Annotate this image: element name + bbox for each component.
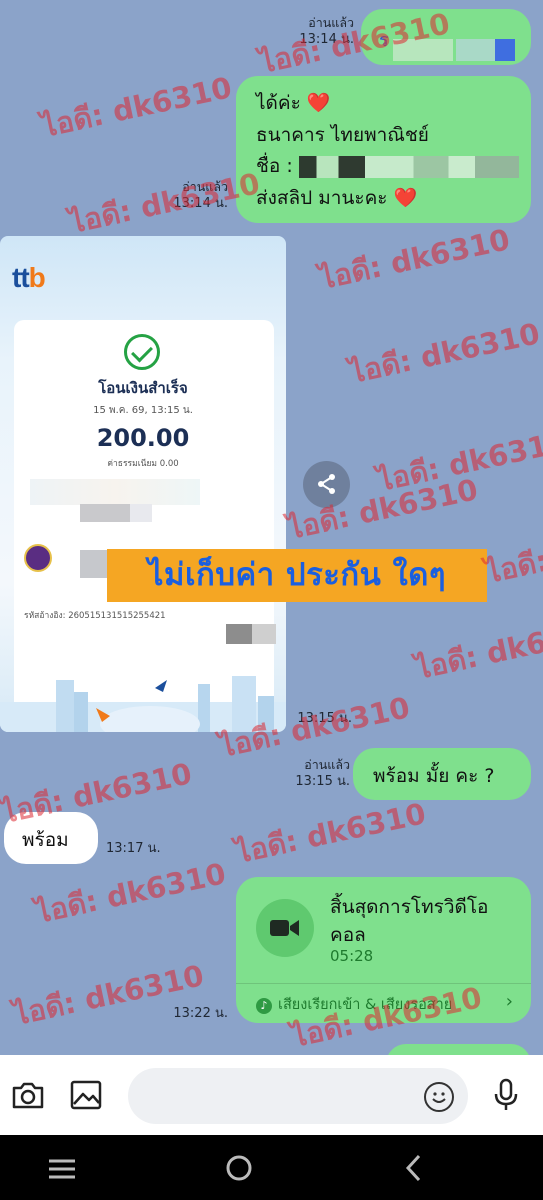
redacted-block bbox=[130, 504, 152, 522]
redacted-block bbox=[495, 39, 515, 61]
music-note-icon: ♪ bbox=[256, 998, 272, 1014]
message-time: 13:15 น. bbox=[295, 774, 350, 789]
read-receipt: อ่านแล้ว bbox=[304, 757, 350, 772]
bank-logo-icon bbox=[24, 544, 52, 572]
share-icon bbox=[317, 474, 335, 494]
watermark: ไอดี: dk6310 bbox=[482, 516, 543, 590]
video-call-ended-card[interactable]: สิ้นสุดการโทรวิดีโอคอล 05:28 ♪ เสียงเรียก… bbox=[236, 877, 531, 1023]
outgoing-message[interactable]: ร bbox=[361, 9, 531, 65]
outgoing-message[interactable]: ได้ค่ะ ❤️ ธนาคาร ไทยพาณิชย์ ชื่อ : ส่งสล… bbox=[236, 76, 531, 223]
message-time: 13:15 น. bbox=[297, 711, 352, 726]
recent-apps-icon[interactable] bbox=[47, 1157, 77, 1181]
message-input[interactable] bbox=[128, 1068, 468, 1124]
redacted-block bbox=[80, 550, 110, 578]
read-receipt: อ่านแล้ว bbox=[308, 15, 354, 30]
call-title: สิ้นสุดการโทรวิดีโอคอล bbox=[330, 896, 489, 946]
redacted-block bbox=[298, 155, 519, 178]
message-time: 13:17 น. bbox=[106, 841, 161, 856]
camera-icon bbox=[12, 1082, 44, 1109]
watermark: ไอดี: dk6310 bbox=[316, 222, 513, 296]
bank-logo: ttb bbox=[12, 262, 46, 293]
message-line: ส่งสลิป มานะคะ ❤️ bbox=[256, 186, 418, 209]
message-text: ร bbox=[379, 30, 389, 51]
video-call-button[interactable] bbox=[256, 899, 314, 957]
city-skyline-illustration bbox=[0, 676, 286, 732]
watermark: ไอดี: dk6310 bbox=[232, 796, 429, 870]
redacted-block bbox=[80, 504, 130, 522]
watermark: ไอดี: dk6310 bbox=[10, 958, 207, 1032]
message-time: 13:14 น. bbox=[299, 32, 354, 47]
message-composer bbox=[0, 1055, 543, 1135]
message-meta: อ่านแล้ว 13:15 น. bbox=[282, 756, 350, 790]
redacted-block bbox=[30, 479, 200, 505]
message-text: พร้อม bbox=[22, 829, 69, 851]
watermark: ไอดี: dk6310 bbox=[38, 70, 235, 144]
back-icon[interactable] bbox=[403, 1153, 423, 1183]
redacted-block bbox=[252, 624, 276, 644]
message-text: พร้อม มั้ย คะ ? bbox=[373, 765, 495, 787]
message-line: ชื่อ : bbox=[256, 151, 519, 183]
watermark: ไอดี: dk6310 bbox=[346, 316, 543, 390]
home-icon[interactable] bbox=[224, 1153, 254, 1183]
divider bbox=[236, 983, 531, 984]
transfer-slip-image[interactable]: ttb โอนเงินสำเร็จ 15 พ.ค. 69, 13:15 น. 2… bbox=[0, 236, 286, 732]
message-meta: อ่านแล้ว 13:14 น. bbox=[160, 178, 228, 212]
read-receipt: อ่านแล้ว bbox=[182, 179, 228, 194]
promo-banner: ไม่เก็บค่า ประกัน ใดๆ bbox=[107, 549, 487, 602]
outgoing-message[interactable]: พร้อม มั้ย คะ ? bbox=[353, 748, 531, 800]
voice-button[interactable] bbox=[486, 1075, 526, 1115]
chevron-right-icon[interactable]: › bbox=[506, 991, 513, 1012]
redacted-block bbox=[456, 39, 498, 61]
emoji-face-icon bbox=[432, 1092, 446, 1103]
gallery-button[interactable] bbox=[66, 1075, 106, 1115]
system-navigation-bar bbox=[0, 1135, 543, 1200]
share-button[interactable] bbox=[303, 461, 350, 508]
ringtone-link[interactable]: ♪ เสียงเรียกเข้า & เสียงรอสาย bbox=[256, 993, 452, 1016]
mic-icon bbox=[494, 1078, 518, 1110]
incoming-message[interactable]: พร้อม bbox=[4, 812, 98, 864]
message-line: ธนาคาร ไทยพาณิชย์ bbox=[256, 123, 429, 146]
image-icon bbox=[70, 1080, 102, 1110]
video-icon bbox=[270, 920, 299, 936]
watermark: ไอดี: dk6310 bbox=[374, 424, 543, 498]
message-line: ได้ค่ะ ❤️ bbox=[256, 92, 331, 114]
slip-reference: รหัสอ้างอิง: 260515131515255421 bbox=[24, 611, 166, 621]
emoji-icon[interactable] bbox=[424, 1082, 454, 1112]
slip-fee: ค่าธรรมเนียม 0.00 bbox=[107, 459, 179, 469]
check-circle-icon bbox=[124, 334, 160, 370]
watermark: ไอดี: dk6310 bbox=[412, 612, 543, 686]
redacted-block bbox=[393, 39, 453, 61]
message-meta: อ่านแล้ว 13:14 น. bbox=[290, 14, 354, 48]
camera-button[interactable] bbox=[8, 1075, 48, 1115]
redacted-block bbox=[226, 624, 252, 644]
message-time: 13:14 น. bbox=[173, 196, 228, 211]
call-duration: 05:28 bbox=[330, 947, 374, 965]
message-time: 13:22 น. bbox=[173, 1006, 228, 1021]
outgoing-message[interactable] bbox=[386, 1044, 531, 1055]
message-text: ได้ค่ะ ❤️ ธนาคาร ไทยพาณิชย์ ชื่อ : ส่งสล… bbox=[256, 88, 519, 214]
slip-title: โอนเงินสำเร็จ bbox=[98, 379, 188, 397]
chat-area[interactable]: อ่านแล้ว 13:14 น. ร อ่านแล้ว 13:14 น. ได… bbox=[0, 0, 543, 1055]
slip-amount: 200.00 bbox=[96, 424, 190, 452]
slip-date: 15 พ.ค. 69, 13:15 น. bbox=[93, 405, 193, 416]
